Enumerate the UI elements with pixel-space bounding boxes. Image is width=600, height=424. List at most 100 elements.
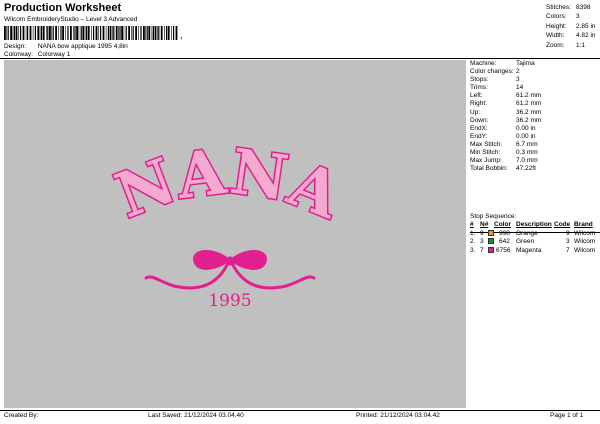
barcode-bar xyxy=(107,26,109,40)
barcode-trailer: , xyxy=(180,30,183,40)
info-endx: EndX: 0.00 in xyxy=(470,124,536,132)
page-number: Page 1 of 1 xyxy=(550,412,584,419)
barcode-bar xyxy=(12,26,14,40)
barcode: , xyxy=(4,26,183,40)
stat-row: Height: 2.85 in xyxy=(546,22,596,30)
barcode-bar xyxy=(145,26,146,40)
info-total-bobbin: Total Bobbin: 47.22ft xyxy=(470,165,536,173)
barcode-bar xyxy=(37,26,40,40)
footer-divider xyxy=(0,410,600,411)
barcode-bar xyxy=(135,26,137,40)
barcode-bar xyxy=(112,26,113,40)
year-lettering: 1995 xyxy=(208,291,251,311)
design-label: Design: xyxy=(4,43,27,50)
barcode-bar xyxy=(82,26,85,40)
stat-row: Zoom: 1:1 xyxy=(546,41,586,49)
barcode-bar xyxy=(175,26,178,40)
barcode-bar xyxy=(62,26,64,40)
barcode-bar xyxy=(73,26,74,40)
barcode-bar xyxy=(109,26,112,40)
design-row: Design: NANA bow applique 1995 4,8in xyxy=(4,43,128,50)
stat-row: Stitches: 8398 xyxy=(546,4,591,11)
barcode-bar xyxy=(18,26,19,40)
barcode-bar xyxy=(132,26,134,40)
barcode-bar xyxy=(173,26,175,40)
design-preview: NANA 1995 xyxy=(4,60,466,408)
barcode-bar xyxy=(15,26,18,40)
barcode-bar xyxy=(93,26,95,40)
barcode-bar xyxy=(105,26,107,40)
stop-sequence-table: Stop Sequence: # N# Color Description Co… xyxy=(470,212,600,255)
barcode-bar xyxy=(34,26,36,40)
barcode-bar xyxy=(51,26,52,40)
barcode-bar xyxy=(47,26,49,40)
color-swatch xyxy=(488,238,494,244)
barcode-bar xyxy=(102,26,105,40)
barcode-bar xyxy=(32,26,34,40)
info-stops: Stops: 3 xyxy=(470,76,520,84)
worksheet-title: Production Worksheet xyxy=(4,2,122,14)
barcode-bar xyxy=(138,26,139,40)
info-left: Left: 61.2 mm xyxy=(470,92,542,100)
barcode-bar xyxy=(151,26,153,40)
barcode-bar xyxy=(60,26,62,40)
barcode-bar xyxy=(70,26,72,40)
barcode-bar xyxy=(41,26,43,40)
colorway-label: Colorway: xyxy=(4,51,33,58)
barcode-bar xyxy=(171,26,172,40)
colorway-row: Colorway: Colorway 1 xyxy=(4,51,70,58)
barcode-bar xyxy=(27,26,29,40)
bow-icon xyxy=(144,250,316,290)
barcode-bar xyxy=(76,26,78,40)
nana-lettering: NANA xyxy=(106,135,351,234)
barcode-bar xyxy=(80,26,82,40)
barcode-bar xyxy=(58,26,59,40)
barcode-bar xyxy=(123,26,125,40)
barcode-bar xyxy=(86,26,88,40)
barcode-bar xyxy=(158,26,160,40)
barcode-bar xyxy=(125,26,127,40)
header-divider xyxy=(0,58,600,59)
info-up: Up: 36.2 mm xyxy=(470,108,542,116)
design-name: NANA bow applique 1995 4,8in xyxy=(37,43,128,50)
machine-info-panel: Machine: Tajima Color changes: 2 Stops: 3 T… xyxy=(470,60,600,173)
barcode-bar xyxy=(152,26,154,40)
barcode-bar xyxy=(78,26,80,40)
barcode-bar xyxy=(42,26,45,40)
stat-row: Width: 4.82 in xyxy=(546,32,596,40)
software-subtitle: Wilcom EmbroideryStudio – Level 3 Advanc… xyxy=(4,16,138,23)
info-max-stitch: Max Stitch: 6.7 mm xyxy=(470,140,538,148)
barcode-bar xyxy=(113,26,115,40)
barcode-bar xyxy=(119,26,121,40)
info-min-stitch: Min Stitch: 0.3 mm xyxy=(470,149,538,157)
barcode-bar xyxy=(25,26,27,40)
stop-sequence-title: Stop Sequence: xyxy=(470,213,517,220)
barcode-bar xyxy=(100,26,102,40)
barcode-bar xyxy=(164,26,165,40)
barcode-bar xyxy=(13,26,15,40)
info-down: Down: 36.2 mm xyxy=(470,116,542,124)
barcode-bar xyxy=(52,26,54,40)
info-endy: EndY: 0.00 in xyxy=(470,132,536,140)
table-row: 1. 9 998 Orange 9 Wilcom xyxy=(470,229,596,237)
printed-date: Printed: 21/12/2024 03.04.42 xyxy=(356,412,440,419)
barcode-bar xyxy=(143,26,145,40)
barcode-bar xyxy=(91,26,92,40)
barcode-bar xyxy=(10,26,12,40)
barcode-bar xyxy=(65,26,66,40)
table-header: # N# Color Description Code Brand xyxy=(470,221,593,228)
barcode-bar xyxy=(146,26,148,40)
barcode-bar xyxy=(128,26,130,40)
barcode-bar xyxy=(74,26,76,40)
barcode-bar xyxy=(140,26,142,40)
barcode-bar xyxy=(166,26,168,40)
color-swatch xyxy=(488,229,494,236)
info-right: Right: 61.2 mm xyxy=(470,100,542,108)
barcode-bar xyxy=(131,26,132,40)
info-color-changes: Color changes: 2 xyxy=(470,68,520,76)
barcode-bar xyxy=(154,26,157,40)
barcode-bar xyxy=(160,26,163,40)
barcode-bar xyxy=(39,26,41,40)
barcode-bar xyxy=(121,26,123,40)
last-saved: Last Saved: 21/12/2024 03.04.40 xyxy=(148,412,244,419)
